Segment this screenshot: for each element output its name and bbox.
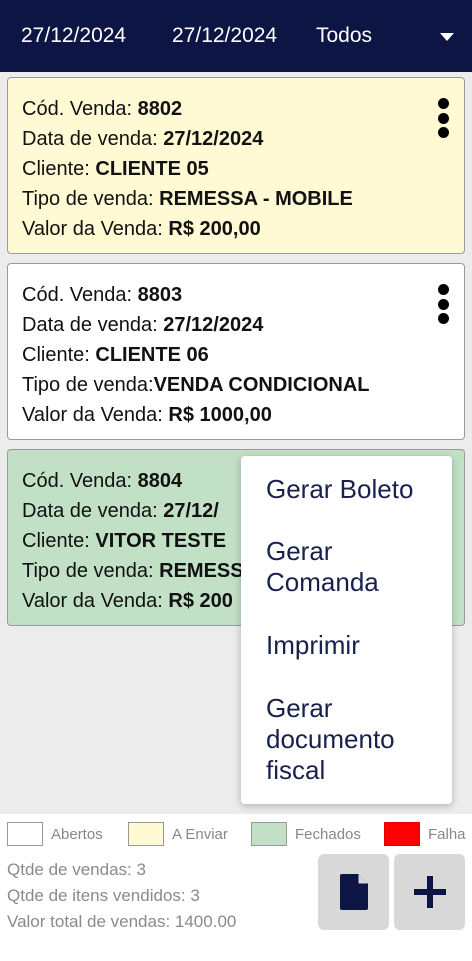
legend-label: Fechados bbox=[295, 825, 361, 843]
sale-date: 27/12/2024 bbox=[163, 128, 264, 150]
header-bar: 27/12/2024 27/12/2024 Todos bbox=[0, 0, 472, 72]
label: Valor da Venda: bbox=[22, 404, 169, 426]
sale-value-row: Valor da Venda: R$ 200 bbox=[22, 586, 247, 616]
sale-type-row: Tipo de venda:VENDA CONDICIONAL bbox=[22, 370, 450, 400]
legend-swatch bbox=[384, 822, 420, 846]
sale-code-row: Cód. Venda: 8802 bbox=[22, 94, 450, 124]
sale-code-row: Cód. Venda: 8803 bbox=[22, 280, 450, 310]
sale-client-row: Cliente: VITOR TESTE bbox=[22, 526, 247, 556]
sale-type: REMESSA - MOBILE bbox=[159, 188, 353, 210]
label: Data de venda: bbox=[22, 314, 164, 336]
label: Data de venda: bbox=[22, 128, 164, 150]
sale-value-row: Valor da Venda: R$ 200,00 bbox=[22, 214, 450, 244]
label: Valor da Venda: bbox=[22, 590, 169, 612]
kebab-menu-icon[interactable] bbox=[436, 98, 450, 138]
total-value: Valor total de vendas: 1400.00 bbox=[7, 912, 237, 931]
sale-code: 8804 bbox=[137, 470, 183, 492]
sale-type: REMESS bbox=[159, 560, 244, 582]
sale-client: CLIENTE 05 bbox=[95, 158, 209, 180]
label: Cliente: bbox=[22, 530, 96, 552]
sale-client: VITOR TESTE bbox=[95, 530, 227, 552]
sale-date-row: Data de venda: 27/12/ bbox=[22, 496, 247, 526]
sale-value: R$ 200,00 bbox=[168, 218, 261, 240]
sale-client-row: Cliente: CLIENTE 06 bbox=[22, 340, 450, 370]
label: Cód. Venda: bbox=[22, 284, 138, 306]
sale-value: R$ 200 bbox=[168, 590, 233, 612]
label: Cliente: bbox=[22, 158, 96, 180]
add-sale-button[interactable] bbox=[394, 854, 465, 930]
sale-code: 8802 bbox=[137, 98, 183, 120]
sale-date-row: Data de venda: 27/12/2024 bbox=[22, 124, 450, 154]
legend-swatch bbox=[251, 822, 287, 846]
legend-item: Abertos bbox=[7, 822, 103, 846]
end-date[interactable]: 27/12/2024 bbox=[172, 24, 277, 48]
sales-count: Qtde de vendas: 3 bbox=[7, 860, 146, 879]
menu-item-gerar-documento-fiscal[interactable]: Gerar documento fiscal bbox=[266, 693, 446, 786]
status-legend: Abertos A Enviar Fechados Falha bbox=[0, 822, 472, 848]
footer-panel: Abertos A Enviar Fechados Falha Qtde de … bbox=[0, 814, 472, 961]
legend-item: Falha bbox=[384, 822, 466, 846]
caret-down-icon[interactable] bbox=[440, 33, 454, 41]
sale-code-row: Cód. Venda: 8804 bbox=[22, 466, 247, 496]
label: Valor da Venda: bbox=[22, 218, 169, 240]
label: Tipo de venda: bbox=[22, 560, 160, 582]
legend-label: Abertos bbox=[51, 825, 103, 843]
sale-client: CLIENTE 06 bbox=[95, 344, 209, 366]
sale-value: R$ 1000,00 bbox=[168, 404, 272, 426]
label: Tipo de venda: bbox=[22, 188, 160, 210]
menu-item-gerar-boleto[interactable]: Gerar Boleto bbox=[266, 474, 446, 505]
sale-card[interactable]: Cód. Venda: 8803 Data de venda: 27/12/20… bbox=[7, 263, 465, 440]
legend-item: A Enviar bbox=[128, 822, 228, 846]
label: Tipo de venda: bbox=[22, 374, 154, 396]
label: Cliente: bbox=[22, 344, 96, 366]
menu-item-gerar-comanda[interactable]: Gerar Comanda bbox=[266, 536, 446, 598]
sale-type-row: Tipo de venda: REMESSA - MOBILE bbox=[22, 184, 450, 214]
sale-date: 27/12/2024 bbox=[163, 314, 264, 336]
menu-item-imprimir[interactable]: Imprimir bbox=[266, 630, 446, 661]
sale-code: 8803 bbox=[137, 284, 183, 306]
plus-icon bbox=[413, 876, 446, 908]
sale-type-row: Tipo de venda: REMESS bbox=[22, 556, 247, 586]
label: Cód. Venda: bbox=[22, 98, 138, 120]
sale-type: VENDA CONDICIONAL bbox=[153, 374, 370, 396]
label: Data de venda: bbox=[22, 500, 164, 522]
legend-swatch bbox=[128, 822, 164, 846]
sales-summary: Qtde de vendas: 3 Qtde de itens vendidos… bbox=[7, 857, 236, 935]
sale-value-row: Valor da Venda: R$ 1000,00 bbox=[22, 400, 450, 430]
sale-card[interactable]: Cód. Venda: 8802 Data de venda: 27/12/20… bbox=[7, 77, 465, 254]
legend-label: A Enviar bbox=[172, 825, 228, 843]
legend-swatch bbox=[7, 822, 43, 846]
status-filter[interactable]: Todos bbox=[316, 24, 372, 48]
sale-date-row: Data de venda: 27/12/2024 bbox=[22, 310, 450, 340]
start-date[interactable]: 27/12/2024 bbox=[21, 24, 126, 48]
sale-client-row: Cliente: CLIENTE 05 bbox=[22, 154, 450, 184]
sale-date: 27/12/ bbox=[163, 500, 219, 522]
context-menu: Gerar Boleto Gerar Comanda Imprimir Gera… bbox=[241, 456, 452, 804]
document-icon bbox=[339, 874, 368, 910]
legend-item: Fechados bbox=[251, 822, 361, 846]
label: Cód. Venda: bbox=[22, 470, 138, 492]
kebab-menu-icon[interactable] bbox=[436, 284, 450, 324]
legend-label: Falha bbox=[428, 825, 466, 843]
document-button[interactable] bbox=[318, 854, 389, 930]
items-count: Qtde de itens vendidos: 3 bbox=[7, 886, 200, 905]
